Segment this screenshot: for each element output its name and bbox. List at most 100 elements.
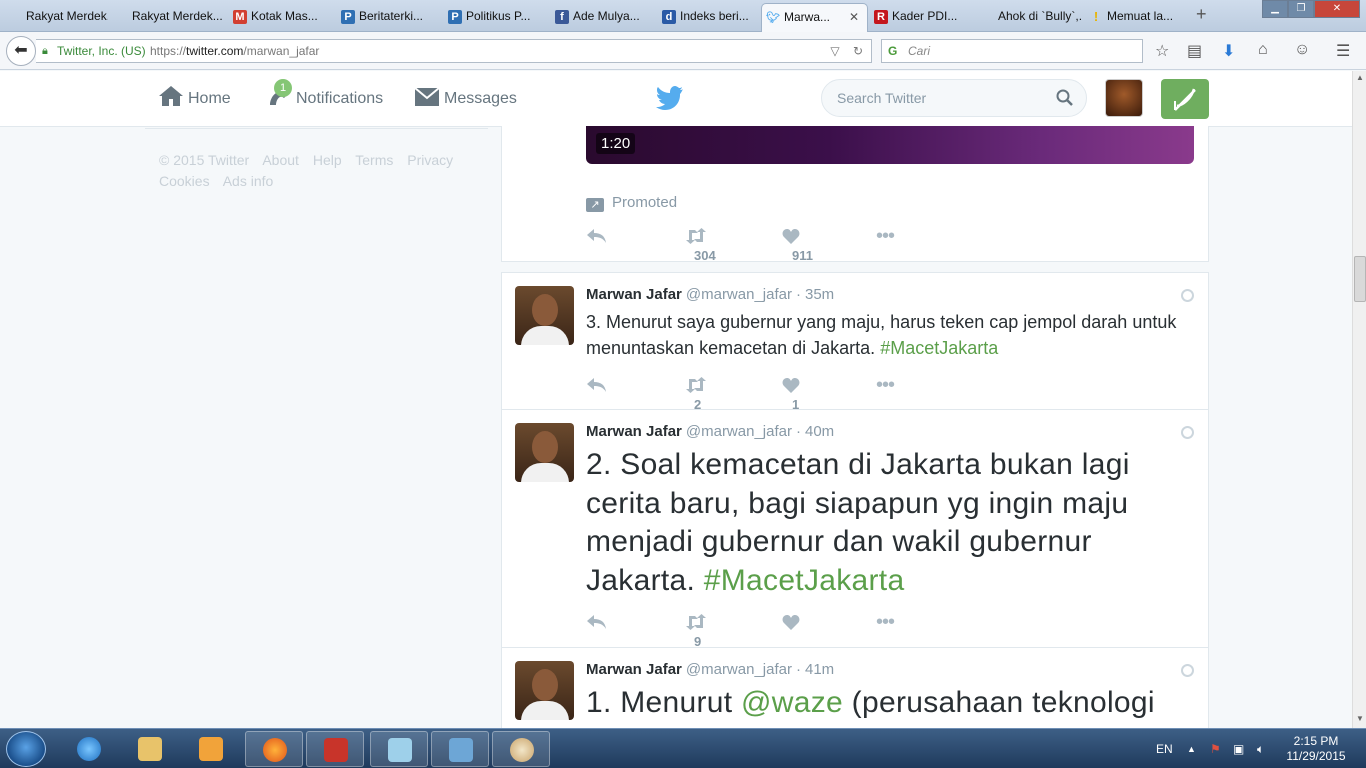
twitter-search-input[interactable]: Search Twitter <box>821 79 1087 117</box>
retweet-button[interactable]: 9 <box>684 612 708 649</box>
reply-button[interactable] <box>586 226 608 246</box>
tweet-author-name[interactable]: Marwan Jafar <box>586 661 682 678</box>
hashtag-link[interactable]: #MacetJakarta <box>880 338 998 358</box>
system-clock[interactable]: 2:15 PM 11/29/2015 <box>1284 734 1348 764</box>
scroll-down-arrow-icon[interactable]: ▼ <box>1356 714 1364 723</box>
twitter-bird-icon[interactable] <box>656 86 684 110</box>
retweet-button[interactable]: 304 <box>684 226 716 263</box>
volume-icon[interactable]: 🔈︎ <box>1257 729 1264 768</box>
browser-tab-label: Marwa... <box>784 10 831 24</box>
browser-tab[interactable]: ! Memuat la... <box>1085 3 1187 32</box>
tweet-timestamp[interactable]: 40m <box>805 423 834 440</box>
tweet-author-name[interactable]: Marwan Jafar <box>586 423 682 440</box>
taskbar-ie[interactable] <box>60 731 118 767</box>
browser-tab[interactable]: f Ade Mulya... <box>551 3 656 32</box>
search-icon[interactable] <box>1056 89 1074 107</box>
start-button[interactable] <box>6 731 46 767</box>
nav-home[interactable]: Home <box>158 85 231 113</box>
chat-icon[interactable]: ☺ <box>1294 41 1310 59</box>
reply-icon <box>587 615 606 629</box>
nav-messages[interactable]: Messages <box>414 85 517 113</box>
tweet-avatar[interactable] <box>515 286 574 345</box>
browser-navbar: ⬅ 🔒︎ Twitter, Inc. (US) https://twitter.… <box>0 32 1366 70</box>
reload-icon[interactable]: ↻ <box>853 44 863 58</box>
language-indicator[interactable]: EN <box>1156 729 1173 768</box>
bookmark-star-icon[interactable]: ☆ <box>1155 41 1169 61</box>
hashtag-link[interactable]: #MacetJakarta <box>704 564 905 597</box>
browser-tab[interactable]: P Beritaterki... <box>337 3 442 32</box>
downloads-icon[interactable]: ⬇ <box>1222 41 1235 61</box>
taskbar-media-player[interactable] <box>182 731 240 767</box>
action-center-flag-icon[interactable]: ⚑ <box>1210 729 1221 768</box>
reply-button[interactable] <box>586 375 608 395</box>
compose-tweet-button[interactable] <box>1161 79 1209 119</box>
tweet-item[interactable]: Marwan Jafar @marwan_jafar · 40m 2. Soal ke… <box>502 410 1208 649</box>
video-player[interactable]: 1:20 <box>586 126 1194 164</box>
tweet-item[interactable]: Marwan Jafar @marwan_jafar · 41m 1. Menurut… <box>502 648 1208 738</box>
taskbar-notepad[interactable] <box>370 731 428 767</box>
show-hidden-icons-icon[interactable]: ▲ <box>1187 729 1196 768</box>
more-options-icon[interactable]: ••• <box>876 612 895 632</box>
footer-privacy-link[interactable]: Privacy <box>407 152 453 168</box>
taskbar-paint[interactable] <box>492 731 550 767</box>
user-avatar[interactable] <box>1105 79 1143 117</box>
browser-tab[interactable]: Rakyat Merdek... <box>110 3 222 32</box>
maximize-button[interactable]: ❐ <box>1288 0 1314 18</box>
tweet-timestamp[interactable]: 35m <box>805 286 834 303</box>
browser-tab[interactable]: Rakyat Merdek... <box>4 3 108 32</box>
footer-ads-info-link[interactable]: Ads info <box>223 173 274 189</box>
video-duration: 1:20 <box>596 133 636 154</box>
search-engine-icon[interactable]: G <box>888 40 897 62</box>
taskbar-app-red[interactable] <box>306 731 364 767</box>
heart-icon <box>782 229 800 244</box>
footer-help-link[interactable]: Help <box>313 152 342 168</box>
clock-date: 11/29/2015 <box>1286 749 1346 763</box>
tweet-avatar[interactable] <box>515 423 574 482</box>
taskbar-firefox[interactable] <box>245 731 303 767</box>
scroll-up-arrow-icon[interactable]: ▲ <box>1356 73 1364 82</box>
menu-icon[interactable]: ☰ <box>1336 41 1350 61</box>
new-tab-button[interactable]: + <box>1196 4 1207 25</box>
tweet-author-handle[interactable]: @marwan_jafar <box>686 423 792 440</box>
address-bar[interactable]: 🔒︎ Twitter, Inc. (US) https://twitter.co… <box>36 39 872 63</box>
browser-tab[interactable]: P Politikus P... <box>444 3 549 32</box>
browser-tab[interactable]: M Kotak Mas... <box>229 3 335 32</box>
like-button[interactable]: 1 <box>782 375 800 412</box>
tweet-author-name[interactable]: Marwan Jafar <box>586 286 682 303</box>
browser-tab[interactable]: R Kader PDI... <box>870 3 974 32</box>
tweet-author-handle[interactable]: @marwan_jafar <box>686 286 792 303</box>
bookmarks-menu-icon[interactable]: ▤ <box>1187 41 1202 61</box>
like-button[interactable] <box>782 612 810 632</box>
close-window-button[interactable]: ✕ <box>1314 0 1360 18</box>
scrollbar-thumb[interactable] <box>1354 256 1366 302</box>
more-options-icon[interactable]: ••• <box>876 226 895 246</box>
tweet-timestamp[interactable]: 41m <box>805 661 834 678</box>
mention-link[interactable]: @waze <box>741 686 843 719</box>
taskbar-photo-viewer[interactable] <box>431 731 489 767</box>
taskbar-explorer[interactable] <box>121 731 179 767</box>
footer-about-link[interactable]: About <box>262 152 299 168</box>
footer-cookies-link[interactable]: Cookies <box>159 173 210 189</box>
dropdown-arrow-icon[interactable]: ▽ <box>830 44 839 58</box>
network-icon[interactable]: ▣ <box>1233 729 1244 768</box>
site-identity[interactable]: Twitter, Inc. (US) <box>57 40 146 62</box>
minimize-button[interactable]: ▁ <box>1262 0 1288 18</box>
tweet-header: Marwan Jafar @marwan_jafar · 35m <box>586 286 835 303</box>
page-scrollbar[interactable]: ▲ ▼ <box>1352 71 1366 728</box>
tweet-avatar[interactable] <box>515 661 574 720</box>
back-button[interactable]: ⬅ <box>6 36 36 66</box>
reply-button[interactable] <box>586 612 608 632</box>
like-button[interactable]: 911 <box>782 226 813 263</box>
browser-search-input[interactable]: G Cari <box>881 39 1143 63</box>
footer-terms-link[interactable]: Terms <box>355 152 393 168</box>
browser-tab[interactable]: Ahok di `Bully`,... <box>976 3 1083 32</box>
tweet-author-handle[interactable]: @marwan_jafar <box>686 661 792 678</box>
close-tab-icon[interactable]: ✕ <box>849 10 859 24</box>
retweet-button[interactable]: 2 <box>684 375 708 412</box>
home-icon[interactable]: ⌂ <box>1258 41 1268 59</box>
browser-tab[interactable]: 🐦︎ Marwa... ✕ <box>761 3 868 32</box>
tweet-item[interactable]: Marwan Jafar @marwan_jafar · 35m 3. Menurut… <box>502 273 1208 412</box>
nav-notifications[interactable]: 1 Notifications <box>266 79 383 113</box>
browser-tab[interactable]: d Indeks beri... <box>658 3 759 32</box>
more-options-icon[interactable]: ••• <box>876 375 895 395</box>
